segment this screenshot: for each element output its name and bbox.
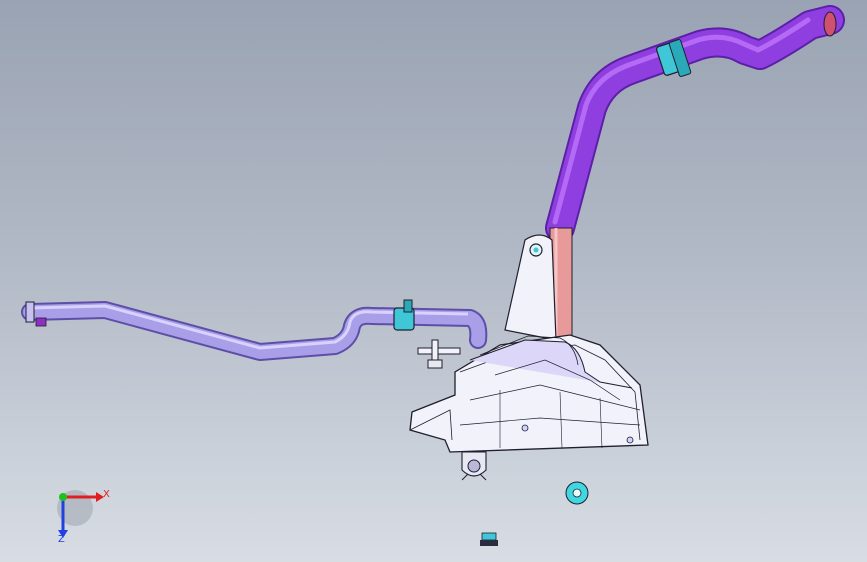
coordinate-triad: X Z [57,489,110,545]
cad-scene[interactable]: X Z [0,0,867,562]
bottom-mount[interactable] [461,451,487,481]
lower-pipe-clamp[interactable] [393,299,415,331]
support-bracket[interactable] [504,234,557,341]
hose-end-cap [823,11,837,37]
loose-clip[interactable] [480,532,498,546]
x-axis-label: X [103,489,110,500]
stud-bracket[interactable] [417,339,461,369]
cad-viewport[interactable]: X Z [0,0,867,562]
upper-hose[interactable] [545,5,845,243]
loose-washer[interactable] [565,481,589,505]
pipe-inlet [25,301,35,323]
pipe-inlet-clip [35,317,47,327]
z-axis-label: Z [58,534,65,545]
y-axis-dot [59,493,67,501]
